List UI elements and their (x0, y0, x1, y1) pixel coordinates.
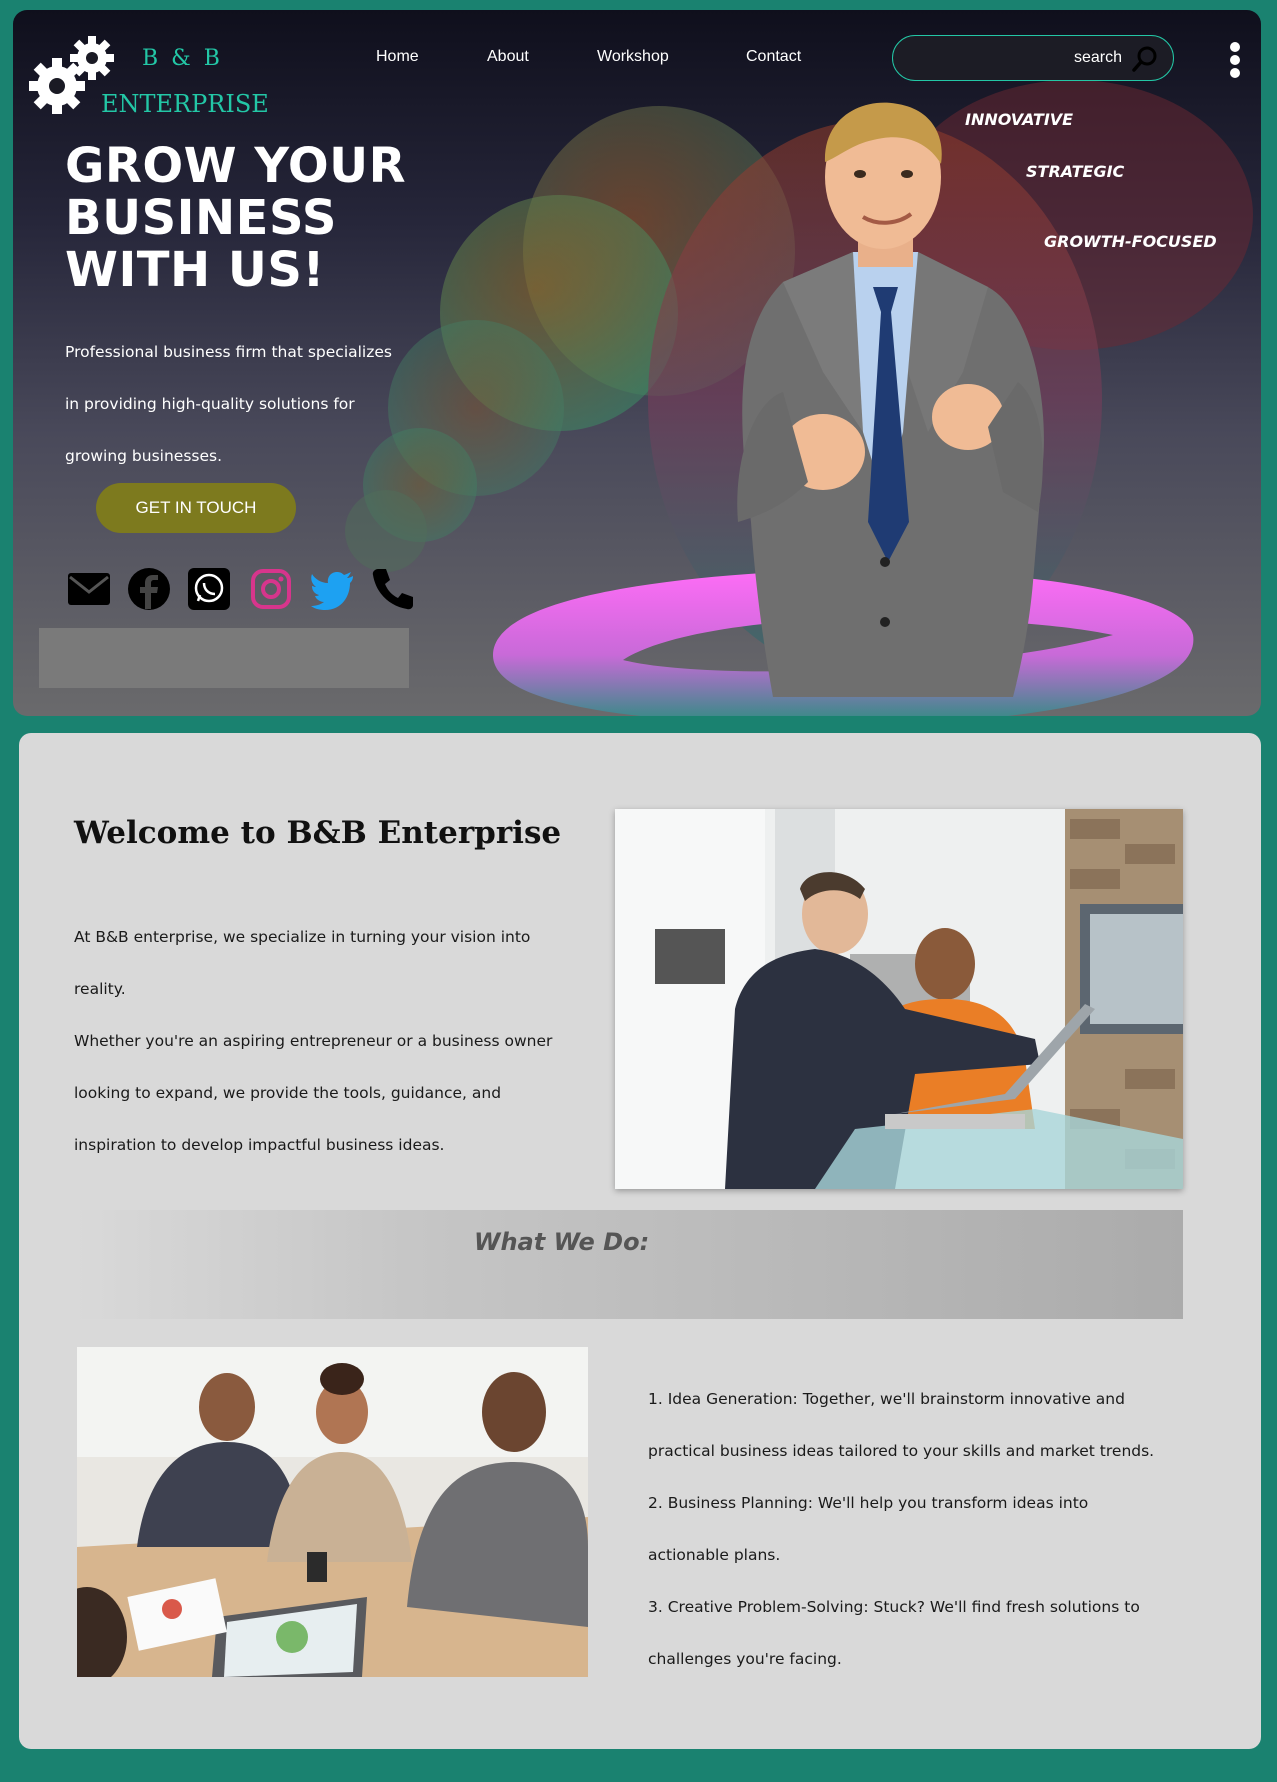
nav-about-link[interactable]: About (487, 48, 529, 66)
search-bar (892, 35, 1174, 81)
brand-logo[interactable]: B & B ENTERPRISE (27, 30, 269, 120)
get-in-touch-button[interactable]: GET IN TOUCH (96, 483, 296, 533)
paragraph-line: looking to expand, we provide the tools,… (74, 1084, 502, 1102)
hero-description: Professional business firm that speciali… (65, 326, 425, 482)
nav-home-link[interactable]: Home (376, 48, 419, 66)
tag-growth-focused: GROWTH-FOCUSED (1044, 232, 1217, 251)
social-links (51, 565, 431, 617)
instagram-icon[interactable] (247, 565, 295, 613)
team-meeting-photo (77, 1347, 588, 1677)
headline-line: GROW YOUR (65, 138, 407, 194)
decorative-bubble (345, 490, 427, 572)
phone-icon[interactable] (369, 565, 417, 613)
description-line: in providing high-quality solutions for (65, 395, 355, 413)
whatsapp-icon[interactable] (185, 565, 233, 613)
content-panel: Welcome to B&B Enterprise At B&B enterpr… (19, 733, 1261, 1749)
paragraph-line: reality. (74, 980, 126, 998)
tag-strategic: STRATEGIC (1026, 162, 1125, 181)
service-item: actionable plans. (648, 1546, 781, 1564)
facebook-icon[interactable] (125, 565, 173, 613)
nav-workshop-link[interactable]: Workshop (597, 48, 669, 66)
service-item: practical business ideas tailored to you… (648, 1442, 1155, 1460)
paragraph-line: Whether you're an aspiring entrepreneur … (74, 1032, 553, 1050)
paragraph-line: At B&B enterprise, we specialize in turn… (74, 928, 531, 946)
service-item: 2. Business Planning: We'll help you tra… (648, 1494, 1089, 1512)
what-we-do-banner: What We Do: (74, 1210, 1183, 1319)
search-input[interactable] (907, 44, 1122, 72)
service-item: 3. Creative Problem-Solving: Stuck? We'l… (648, 1598, 1140, 1616)
services-list: 1. Idea Generation: Together, we'll brai… (648, 1373, 1208, 1685)
twitter-icon[interactable] (309, 565, 357, 613)
brand-name-line1: B & B (142, 46, 223, 71)
office-meeting-photo (615, 809, 1183, 1189)
brand-name-line2: ENTERPRISE (101, 90, 269, 118)
mail-icon[interactable] (65, 565, 113, 613)
welcome-paragraph: At B&B enterprise, we specialize in turn… (74, 911, 594, 1171)
headline-line: BUSINESS (65, 190, 337, 246)
hero-section: B & B ENTERPRISE Home About Workshop Con… (13, 10, 1261, 716)
more-menu-icon[interactable] (1228, 40, 1242, 80)
tag-innovative: INNOVATIVE (965, 110, 1074, 129)
decorative-bar (39, 628, 409, 688)
headline-line: WITH US! (65, 242, 325, 298)
welcome-title: Welcome to B&B Enterprise (74, 815, 562, 851)
description-line: Professional business firm that speciali… (65, 343, 392, 361)
paragraph-line: inspiration to develop impactful busines… (74, 1136, 445, 1154)
hero-headline: GROW YOUR BUSINESS WITH US! (65, 140, 406, 296)
nav-contact-link[interactable]: Contact (746, 48, 801, 66)
service-item: 1. Idea Generation: Together, we'll brai… (648, 1390, 1125, 1408)
what-we-do-title: What We Do: (474, 1228, 650, 1256)
businessman-image (737, 102, 1044, 697)
description-line: growing businesses. (65, 447, 223, 465)
search-icon[interactable] (1131, 45, 1159, 73)
service-item: challenges you're facing. (648, 1650, 842, 1668)
